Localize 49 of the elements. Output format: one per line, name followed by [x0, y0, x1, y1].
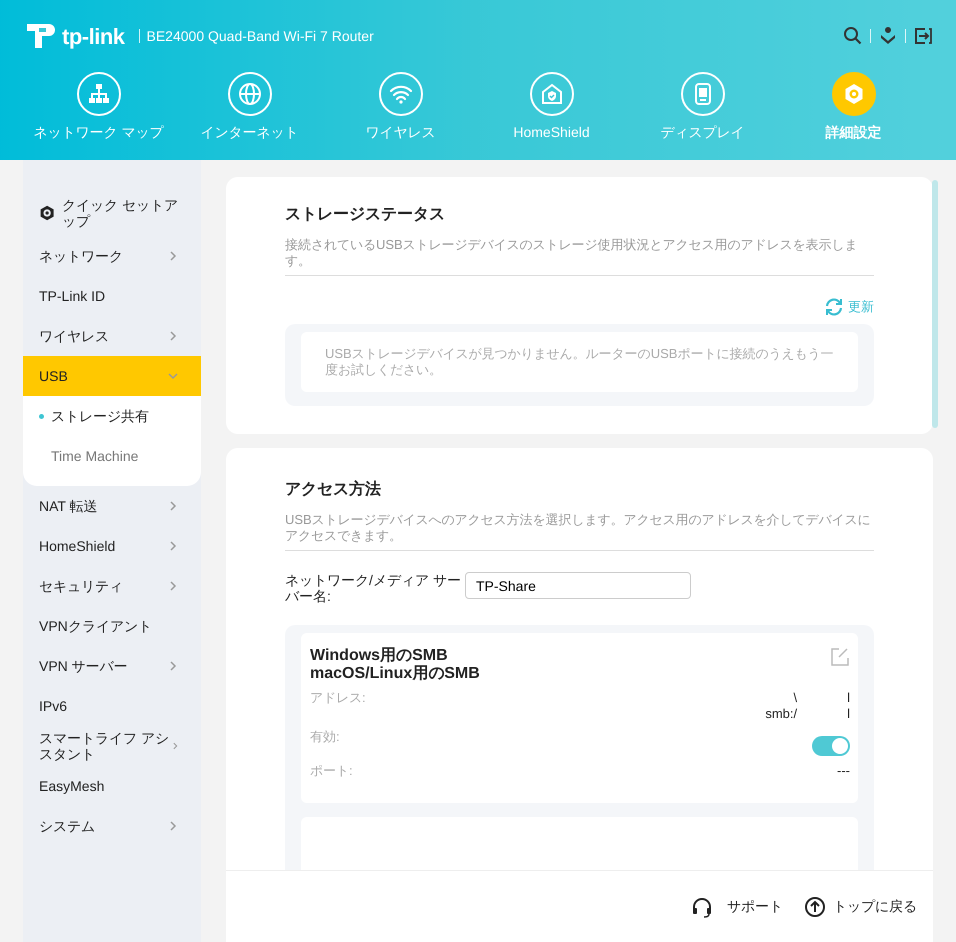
house-shield-icon	[540, 82, 564, 106]
sidebar-item[interactable]: ネットワーク	[39, 248, 123, 264]
sidebar-item[interactable]: スマートライフ アシスタント	[39, 730, 171, 762]
toggle-switch[interactable]	[812, 736, 850, 756]
sidebar-item[interactable]: HomeShield	[39, 538, 116, 554]
method-title: Windows用のSMB macOS/Linux用のSMB	[310, 647, 480, 683]
section-title: ストレージステータス	[285, 205, 446, 225]
router-model: BE24000 Quad-Band Wi-Fi 7 Router	[146, 26, 374, 46]
sidebar-item[interactable]: TP-Link ID	[39, 288, 106, 304]
section-description: USBストレージデバイスへのアクセス方法を選択します。アクセス用のアドレスを介してデバイスにアクセスできます。	[285, 512, 874, 551]
headset-icon	[691, 896, 713, 918]
sidebar-item[interactable]: USB	[39, 368, 68, 384]
arrow-up-icon	[804, 896, 826, 918]
network-map-icon	[86, 82, 110, 106]
nav-tab[interactable]	[832, 72, 876, 116]
address-value: l	[847, 690, 850, 706]
address-value: smb:/	[765, 706, 798, 722]
sidebar-item[interactable]: IPv6	[39, 698, 68, 714]
empty-message: USBストレージデバイスが見つかりません。ルーターのUSBポートに接続のうえもう一度お試しください。	[301, 332, 858, 392]
sidebar-subitem[interactable]: Time Machine	[51, 446, 138, 466]
logout-icon[interactable]	[913, 26, 933, 46]
row-label: 有効:	[310, 729, 340, 746]
sidebar-item[interactable]: ワイヤレス	[39, 328, 109, 344]
sidebar-item[interactable]: NAT 転送	[39, 498, 98, 514]
gear-icon	[39, 203, 56, 223]
field-label: ネットワーク/メディア サーバー名:	[285, 572, 462, 604]
globe-icon	[238, 82, 262, 106]
address-value: \	[793, 690, 798, 706]
address-value: l	[847, 706, 850, 722]
port-value: ---	[837, 763, 850, 779]
back-to-top-link[interactable]: トップに戻る	[804, 896, 917, 918]
selection-dot	[39, 414, 44, 418]
sidebar-item[interactable]: VPNクライアント	[39, 618, 152, 634]
server-name-field[interactable]: TP-Share	[465, 572, 691, 599]
logo-text: tp-link	[62, 22, 124, 51]
scrollbar[interactable]	[932, 180, 938, 428]
support-link[interactable]: サポート	[691, 896, 783, 918]
sidebar-item[interactable]: VPN サーバー	[39, 658, 128, 674]
section-description: 接続されているUSBストレージデバイスのストレージ使用状況とアクセス用のアドレスを表示します。	[285, 237, 874, 276]
search-icon[interactable]	[843, 26, 863, 46]
row-label: アドレス:	[310, 690, 366, 707]
sidebar-item[interactable]: EasyMesh	[39, 778, 104, 794]
sidebar-item[interactable]: セキュリティ	[39, 578, 123, 594]
sidebar-item[interactable]: システム	[39, 818, 95, 834]
edit-icon[interactable]	[830, 647, 850, 667]
sidebar-item[interactable]: クイック セットアップ	[62, 197, 179, 229]
section-title: アクセス方法	[285, 479, 382, 500]
sidebar-subitem[interactable]: ストレージ共有	[51, 406, 149, 426]
row-label: ポート:	[310, 763, 353, 779]
